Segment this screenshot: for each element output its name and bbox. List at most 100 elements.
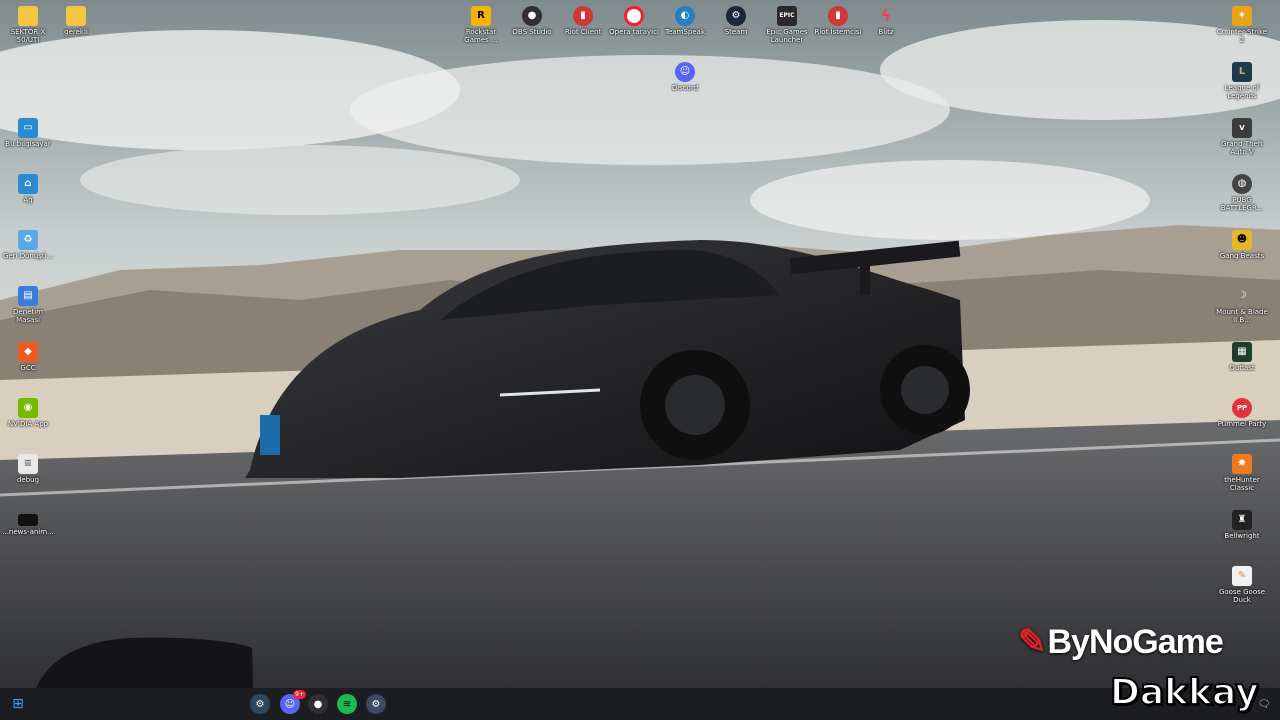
desktop-icon-recycle-bin[interactable]: ♻ Geri Dönüşü... <box>0 230 56 260</box>
steam-taskbar-button[interactable]: ⚙ <box>250 694 270 714</box>
desktop-icon-label: Blitz <box>878 28 894 36</box>
goose-duck-icon: ✎ <box>1232 566 1252 586</box>
notification-badge: 9+ <box>293 690 306 699</box>
mount-blade-icon: ☽ <box>1237 290 1247 301</box>
folder-icon <box>18 6 38 26</box>
desktop-icon-pummel-party[interactable]: PP Pummel Party <box>1214 398 1270 428</box>
teamspeak-icon: ◐ <box>675 6 695 26</box>
outlast-icon: ▦ <box>1232 342 1252 362</box>
desktop-icon-label: Ağ <box>23 196 33 204</box>
recycle-bin-icon: ♻ <box>18 230 38 250</box>
desktop-icon-label: NVIDIA App <box>7 420 49 428</box>
desktop-icon-outlast[interactable]: ▦ Outlast <box>1214 342 1270 372</box>
desktop-icon-label: ...news-anim... <box>2 528 54 536</box>
desktop-icon-mount-blade[interactable]: ☽ Mount & Blade II B... <box>1214 286 1270 325</box>
desktop-icon-label: League of Legends <box>1224 84 1260 100</box>
desktop-icon-label: TeamSpeak <box>664 28 706 36</box>
rockstar-icon: R <box>471 6 491 26</box>
wallpaper-image <box>0 0 1280 688</box>
riot-client-icon: ▮ <box>573 6 593 26</box>
blitz-icon: ϟ <box>880 6 892 25</box>
black-file-icon <box>18 514 38 526</box>
desktop-icon-gta-v[interactable]: V Grand Theft Auto V <box>1214 118 1270 156</box>
desktop-icon-label: Riot Client <box>564 28 602 36</box>
desktop-icon-opera[interactable]: Opera tarayıcı <box>606 6 662 36</box>
desktop-icon-rockstar[interactable]: R Rockstar Games ... <box>453 6 509 44</box>
desktop-icon-pubg[interactable]: ◍ PUBG BATTLEGR... <box>1214 174 1270 212</box>
desktop-icon-label: debug <box>16 476 40 484</box>
epic-games-icon: EPIC <box>777 6 797 26</box>
desktop-icon-league-of-legends[interactable]: L League of Legends <box>1214 62 1270 100</box>
desktop-icon-counter-strike[interactable]: ✦ Counter-Strike 2 <box>1214 6 1270 44</box>
desktop-icon-label: Counter-Strike 2 <box>1216 28 1268 44</box>
bynogame-logo-icon: ✎ <box>1018 623 1046 661</box>
desktop-icon-label: Grand Theft Auto V <box>1221 140 1263 156</box>
desktop-icon-network[interactable]: ⌂ Ağ <box>0 174 56 204</box>
bynogame-watermark: ✎ByNoGame <box>1018 622 1224 662</box>
pummel-party-icon: PP <box>1232 398 1252 418</box>
discord-icon: ☺ <box>675 62 695 82</box>
desktop-icon-label: Pummel Party <box>1217 420 1267 428</box>
control-panel-icon: ▤ <box>18 286 38 306</box>
steam-icon: ⚙ <box>726 6 746 26</box>
desktop-icon-news-anim[interactable]: ...news-anim... <box>0 514 56 536</box>
thehunter-icon: ✸ <box>1232 454 1252 474</box>
counter-strike-icon: ✦ <box>1232 6 1252 26</box>
desktop-icon-goose-goose-duck[interactable]: ✎ Goose Goose Duck <box>1214 566 1270 604</box>
desktop-icon-label: Discord <box>671 84 699 92</box>
desktop-icon-bellwright[interactable]: ♜ Bellwright <box>1214 510 1270 540</box>
start-button[interactable]: ⊞ <box>8 694 28 714</box>
desktop-icon-gerekli-folder[interactable]: gerekli <box>48 6 104 36</box>
spotify-taskbar-button[interactable]: ≋ <box>337 694 357 714</box>
desktop-icon-control-panel[interactable]: ▤ Denetim Masası <box>0 286 56 324</box>
obs-icon: ● <box>522 6 542 26</box>
taskbar <box>0 688 1280 720</box>
desktop-icon-label: Steam <box>724 28 748 36</box>
desktop-icon-label: Bellwright <box>1224 532 1260 540</box>
desktop-icon-label: Geri Dönüşü... <box>2 252 54 260</box>
desktop-icon-label: Rockstar Games ... <box>464 28 498 44</box>
desktop-icon-riot-client[interactable]: ▮ Riot Client <box>555 6 611 36</box>
riot-client-icon: ▮ <box>828 6 848 26</box>
opera-icon <box>624 6 644 26</box>
desktop-icon-blitz[interactable]: ϟ Blitz <box>858 6 914 37</box>
text-file-icon: ≡ <box>18 454 38 474</box>
desktop-icon-obs[interactable]: ● OBS Studio <box>504 6 560 36</box>
desktop-icon-label: Goose Goose Duck <box>1218 588 1266 604</box>
desktop-icon-thehunter[interactable]: ✸ theHunter Classic <box>1214 454 1270 492</box>
desktop-icon-label: gerekli <box>64 28 88 36</box>
desktop-icon-label: Mount & Blade II B... <box>1216 308 1268 324</box>
desktop-icon-label: Bu bilgisayar <box>5 140 51 148</box>
desktop-icon-label: Epic Games Launcher <box>766 28 808 44</box>
desktop-icon-discord[interactable]: ☺ Discord <box>657 62 713 92</box>
desktop-icon-label: theHunter Classic <box>1224 476 1260 492</box>
gta-v-icon: V <box>1232 118 1252 138</box>
desktop-icon-label: PUBG BATTLEGR... <box>1220 196 1264 212</box>
desktop-icon-epic-games[interactable]: EPIC Epic Games Launcher <box>759 6 815 44</box>
streamer-name-watermark: Dakkay <box>1109 671 1260 714</box>
desktop-icon-debug[interactable]: ≡ debug <box>0 454 56 484</box>
desktop-icon-nvidia-app[interactable]: ◉ NVIDIA App <box>0 398 56 428</box>
desktop-icon-label: GCC <box>20 364 36 372</box>
desktop-icon-label: Opera tarayıcı <box>609 28 659 36</box>
settings-taskbar-button[interactable]: ⚙ <box>366 694 386 714</box>
desktop-icon-label: OBS Studio <box>512 28 552 36</box>
discord-taskbar-button[interactable]: ☺ 9+ <box>280 690 306 714</box>
gang-beasts-icon: ☻ <box>1232 230 1252 250</box>
desktop-icon-teamspeak[interactable]: ◐ TeamSpeak <box>657 6 713 36</box>
computer-icon: ▭ <box>18 118 38 138</box>
bellwright-icon: ♜ <box>1232 510 1252 530</box>
network-icon: ⌂ <box>18 174 38 194</box>
desktop-icon-gcc[interactable]: ◆ GCC <box>0 342 56 372</box>
gcc-icon: ◆ <box>18 342 38 362</box>
desktop-icon-gang-beasts[interactable]: ☻ Gang Beasts <box>1214 230 1270 260</box>
desktop-icon-this-pc[interactable]: ▭ Bu bilgisayar <box>0 118 56 148</box>
desktop-icon-label: Denetim Masası <box>13 308 43 324</box>
desktop-wallpaper <box>0 0 1280 688</box>
desktop-icon-steam[interactable]: ⚙ Steam <box>708 6 764 36</box>
obs-taskbar-button[interactable]: ● <box>308 694 328 714</box>
pubg-icon: ◍ <box>1232 174 1252 194</box>
brand-text: ByNoGame <box>1047 623 1224 661</box>
league-of-legends-icon: L <box>1232 62 1252 82</box>
folder-icon <box>66 6 86 26</box>
